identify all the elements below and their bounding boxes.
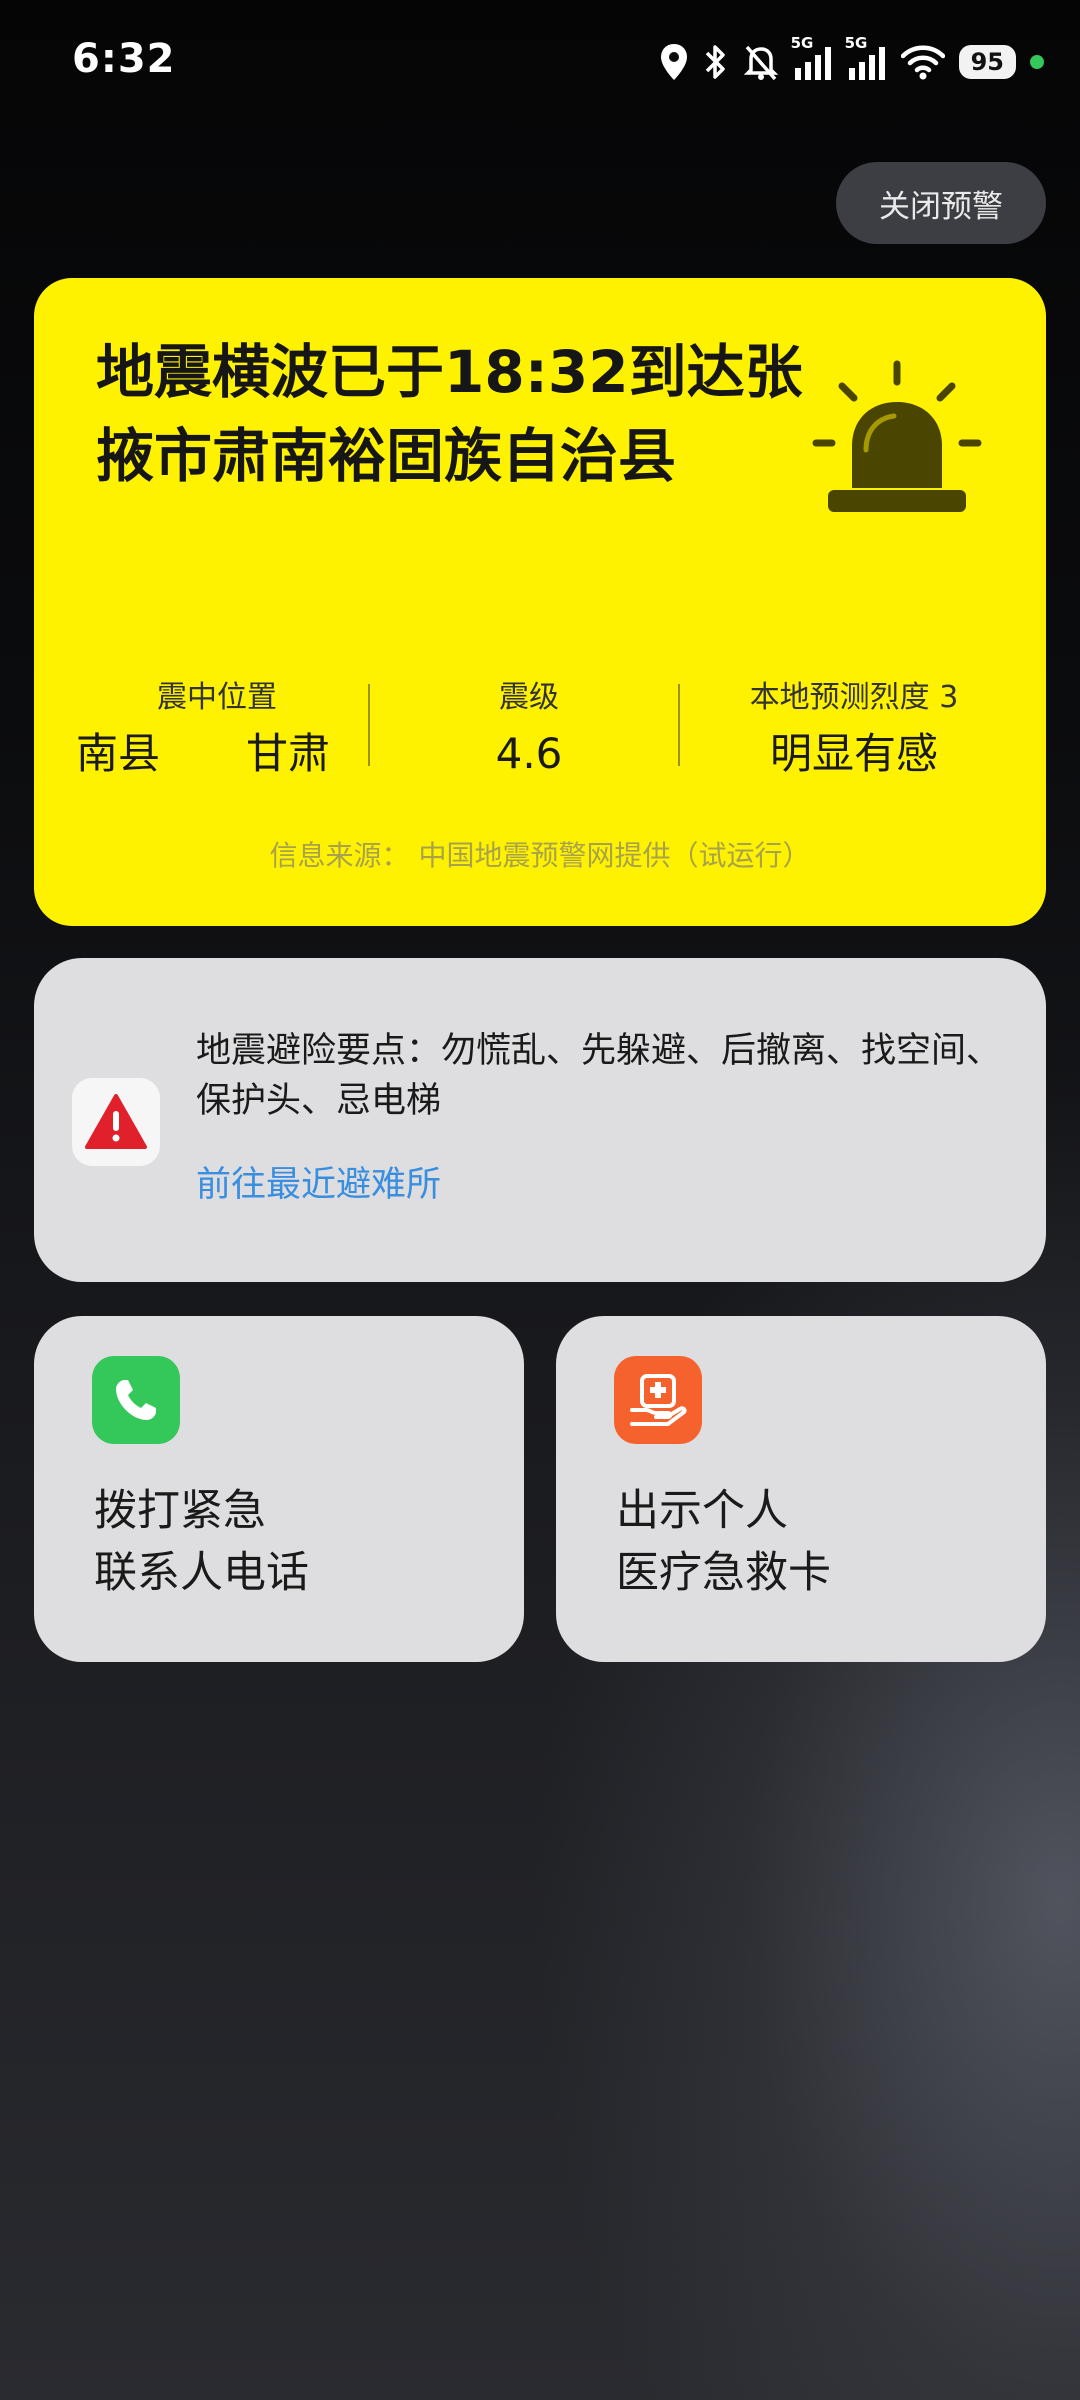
earthquake-alert-card: 地震横波已于18:32到达张掖市肃南裕固族自治县 震中位置 南县 甘肃 震级 4. xyxy=(34,278,1046,926)
call-emergency-contact-button[interactable]: 拨打紧急 联系人电话 xyxy=(34,1316,524,1662)
status-bar: 6:32 5G 5G 95 xyxy=(0,0,1080,120)
network-type-label: 5G xyxy=(844,34,868,52)
alert-title: 地震横波已于18:32到达张掖市肃南裕固族自治县 xyxy=(96,338,803,490)
phone-icon xyxy=(92,1356,180,1444)
action-label-line: 联系人电话 xyxy=(94,1548,309,1598)
info-source: 信息来源： 中国地震预警网提供（试运行） xyxy=(269,839,811,872)
safety-tips-text: 地震避险要点：勿慌乱、先躲避、后撤离、找空间、保护头、忌电梯 xyxy=(196,1031,1002,1121)
magnitude-value: 4.6 xyxy=(495,729,563,778)
safety-tips-card: 地震避险要点：勿慌乱、先躲避、后撤离、找空间、保护头、忌电梯 前往最近避难所 xyxy=(34,958,1046,1282)
intensity-value: 明显有感 xyxy=(769,729,938,778)
siren-icon xyxy=(802,358,992,528)
magnitude-label: 震级 xyxy=(499,680,559,715)
divider xyxy=(368,684,370,766)
action-label-line: 医疗急救卡 xyxy=(616,1548,831,1598)
intensity-label: 本地预测烈度 3 xyxy=(749,680,959,715)
location-icon xyxy=(659,42,689,82)
status-icons: 5G 5G 95 xyxy=(659,34,1044,84)
close-alert-button[interactable]: 关闭预警 xyxy=(836,162,1046,244)
epicenter-value-part: 南县 xyxy=(76,729,161,778)
epicenter-stat: 震中位置 南县 甘肃 xyxy=(64,676,370,784)
call-emergency-label: 拨打紧急 联系人电话 xyxy=(94,1480,309,1604)
action-label-line: 出示个人 xyxy=(616,1486,788,1536)
wifi-icon xyxy=(900,42,945,82)
intensity-stat: 本地预测烈度 3 明显有感 xyxy=(684,676,1024,784)
epicenter-label: 震中位置 xyxy=(157,680,277,715)
warning-triangle-icon xyxy=(72,1078,160,1166)
action-label-line: 拨打紧急 xyxy=(94,1486,266,1536)
network-type-label: 5G xyxy=(790,34,814,52)
epicenter-value-part: 甘肃 xyxy=(246,729,331,778)
alert-stats: 震中位置 南县 甘肃 震级 4.6 本地预测烈度 3 明显有感 xyxy=(34,676,1046,826)
show-medical-card-button[interactable]: 出示个人 医疗急救卡 xyxy=(556,1316,1046,1662)
medical-card-label: 出示个人 医疗急救卡 xyxy=(616,1480,831,1604)
epicenter-value: 南县 甘肃 xyxy=(76,724,360,784)
magnitude-stat: 震级 4.6 xyxy=(374,676,684,784)
signal-icon: 5G xyxy=(845,34,887,82)
silent-bell-icon xyxy=(743,42,779,82)
battery-indicator: 95 xyxy=(958,45,1016,79)
privacy-indicator-dot xyxy=(1030,55,1044,69)
divider xyxy=(678,684,680,766)
status-time: 6:32 xyxy=(72,36,176,82)
signal-icon: 5G xyxy=(791,34,833,82)
medical-card-icon xyxy=(614,1356,702,1444)
bluetooth-icon xyxy=(703,42,729,82)
nearest-shelter-link[interactable]: 前往最近避难所 xyxy=(196,1160,441,1210)
